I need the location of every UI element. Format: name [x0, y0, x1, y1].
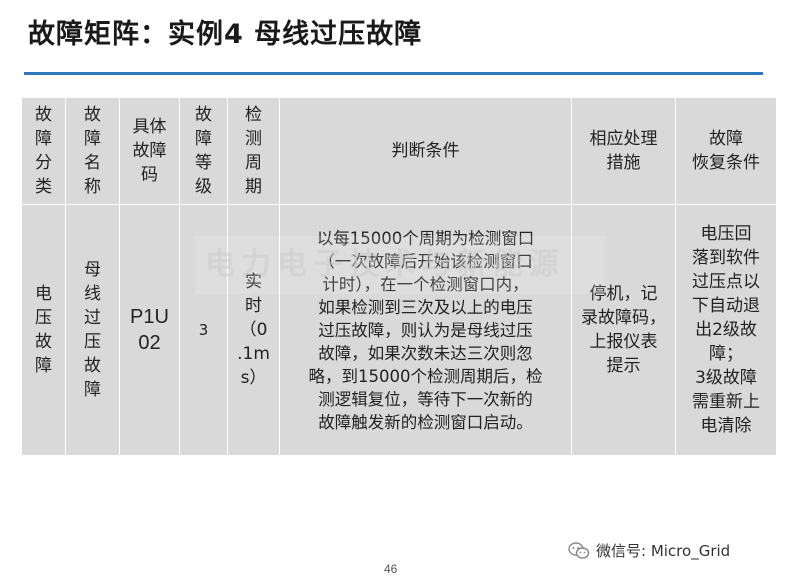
- header-fault-code: 具体 故障码: [119, 97, 180, 205]
- header-detection-period: 检测周期: [227, 97, 280, 205]
- cell-text-line: 相应处理: [589, 129, 658, 149]
- header-fault-category: 故障分类: [21, 97, 66, 205]
- cell-text-line: 线: [84, 284, 101, 304]
- cell-text-line: 提示: [606, 356, 641, 376]
- cell-text-line: 故障: [709, 129, 743, 149]
- cell-text-line: 等: [195, 153, 212, 173]
- cell-text-line: 故: [35, 105, 52, 125]
- wechat-label: 微信号: Micro_Grid: [596, 542, 731, 560]
- header-judgment-condition: 判断条件: [279, 97, 572, 205]
- cell-text-line: 障: [35, 356, 52, 376]
- cell-text-line: 压: [84, 332, 101, 352]
- cell-text-line: 障: [35, 129, 52, 149]
- cell-text-line: 母: [84, 260, 101, 280]
- cell-text-line: 障: [195, 129, 212, 149]
- cell-text-line: 测: [245, 129, 262, 149]
- cell-text-line: 上报仪表: [589, 332, 658, 352]
- cell-text-line: 3级故障: [695, 368, 757, 388]
- table-header-row: 故障分类 故障名称 具体 故障码 故障等级 检测周期 判断条件 相应处理 措施 故障…: [21, 97, 777, 205]
- cell-text-line: 过压故障，则认为是母线过压: [318, 320, 533, 340]
- cell-text-line: 测逻辑复位，等待下一次新的: [318, 389, 533, 409]
- header-recovery-condition: 故障 恢复条件: [675, 97, 777, 205]
- cell-text-line: 过: [84, 308, 101, 328]
- cell-text-line: 电压回: [700, 224, 752, 244]
- cell-text-line: 恢复条件: [692, 153, 760, 173]
- cell-text-line: 措施: [606, 153, 641, 173]
- cell-name: 母线过压故障: [65, 204, 120, 456]
- cell-text-line: 压: [35, 308, 52, 328]
- header-handling-measures: 相应处理 措施: [571, 97, 676, 205]
- cell-text-line: 过压点以: [692, 272, 760, 292]
- cell-text-line: 码: [141, 165, 158, 185]
- cell-text-line: 期: [245, 177, 262, 197]
- cell-text-line: 录故障码，: [581, 308, 666, 328]
- cell-text-line: 电: [35, 284, 52, 304]
- cell-text-line: 略，到15000个检测周期后，检: [308, 366, 543, 386]
- cell-text-line: 落到软件: [692, 248, 760, 268]
- cell-text-line: 判断条件: [391, 141, 460, 161]
- cell-text-line: （0: [239, 320, 268, 340]
- cell-text-line: 故: [35, 332, 52, 352]
- cell-text-line: 检: [245, 105, 262, 125]
- cell-text-line: 如果检测到三次及以上的电压: [318, 297, 533, 317]
- cell-text-line: 02: [138, 332, 161, 354]
- cell-text-line: 故: [84, 105, 101, 125]
- cell-text-line: 需重新上: [692, 392, 760, 412]
- slide-title: 故障矩阵：实例4 母线过压故障: [28, 19, 423, 50]
- cell-text-line: .1m: [237, 344, 270, 364]
- cell-text-line: 具体: [132, 117, 167, 137]
- cell-text-line: 出2级故: [695, 320, 757, 340]
- cell-text-line: 故障，如果次数未达三次则忽: [318, 343, 533, 363]
- cell-text-line: 周: [245, 153, 262, 173]
- cell-code: P1U 02: [119, 204, 180, 456]
- cell-text-line: 称: [84, 177, 101, 197]
- cell-text-line: 障: [84, 129, 101, 149]
- cell-text-line: 分: [35, 153, 52, 173]
- cell-text-line: 障；: [709, 344, 743, 364]
- page-number: 46: [384, 562, 398, 576]
- header-fault-level: 故障等级: [179, 97, 228, 205]
- cell-text-line: 故: [84, 356, 101, 376]
- cell-text-line: 下自动退: [692, 296, 760, 316]
- cell-text-line: P1U: [130, 306, 169, 328]
- cell-text-line: s）: [240, 368, 267, 388]
- cell-text-line: 障: [84, 380, 101, 400]
- wechat-id: 微信号: Micro_Grid: [568, 540, 730, 561]
- cell-text-line: 故: [195, 105, 212, 125]
- cell-text-line: 类: [35, 177, 52, 197]
- title-underline: [24, 72, 763, 75]
- header-fault-name: 故障名称: [65, 97, 120, 205]
- cell-recovery: 电压回落到软件过压点以下自动退出2级故障； 3级故障需重新上电清除: [675, 204, 777, 456]
- cell-category: 电压故障: [21, 204, 66, 456]
- watermark: 电力电子技术与新能源: [195, 236, 605, 294]
- cell-text-line: 名: [84, 153, 101, 173]
- cell-text-line: 电清除: [700, 416, 752, 436]
- wechat-icon: [568, 541, 590, 559]
- cell-text-line: 时: [245, 296, 262, 316]
- cell-text-line: 级: [195, 177, 212, 197]
- cell-text-line: 故障触发新的检测窗口启动。: [318, 412, 533, 432]
- cell-text-line: 故障: [132, 141, 167, 161]
